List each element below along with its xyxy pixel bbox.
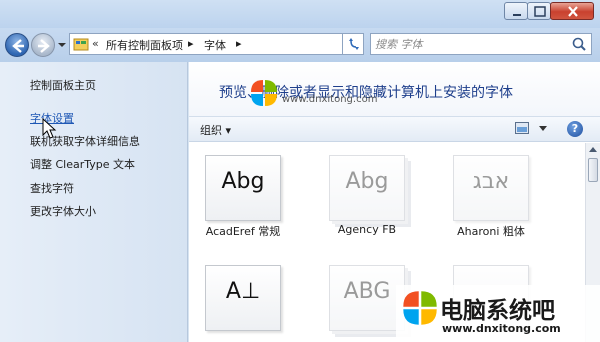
- font-tile[interactable]: אבג Aharoni 粗体: [439, 143, 543, 238]
- font-tile[interactable]: Abg Agency FB: [315, 143, 419, 236]
- font-name: AcadEref 常规: [205, 225, 281, 238]
- watermark-url: www.dnxitong.com: [282, 94, 378, 105]
- change-view-icon[interactable]: [515, 122, 529, 135]
- sidebar-item-adjust-cleartype[interactable]: 调整 ClearType 文本: [30, 156, 135, 172]
- minimize-button[interactable]: [504, 2, 528, 20]
- font-sample: A⊥: [225, 279, 261, 304]
- close-button[interactable]: [550, 2, 594, 20]
- left-navigation-pane: [0, 62, 188, 342]
- close-icon: [568, 6, 578, 17]
- search-icon[interactable]: [571, 36, 587, 52]
- watermark-url: www.dnxitong.com: [442, 322, 561, 335]
- search-box[interactable]: [370, 33, 592, 55]
- search-input[interactable]: [375, 36, 565, 52]
- font-tile[interactable]: Abg AcadEref 常规: [191, 143, 295, 238]
- scroll-thumb[interactable]: [588, 158, 598, 182]
- refresh-button[interactable]: [342, 33, 364, 55]
- sidebar-item-find-character[interactable]: 查找字符: [30, 180, 74, 196]
- minimize-icon: [513, 14, 521, 16]
- organize-button[interactable]: 组织 ▾: [200, 122, 231, 138]
- font-name: Aharoni 粗体: [457, 225, 525, 238]
- windows-logo-watermark: [251, 80, 277, 106]
- history-dropdown-icon[interactable]: [57, 39, 67, 51]
- font-tile[interactable]: A⊥: [191, 253, 295, 342]
- control-panel-icon: [73, 38, 89, 51]
- breadcrumb-all-control-panel-items[interactable]: 所有控制面板项: [106, 37, 183, 53]
- refresh-icon: [349, 38, 359, 50]
- sidebar-item-control-panel-home[interactable]: 控制面板主页: [30, 77, 96, 93]
- font-sample: אבג: [472, 169, 510, 194]
- mouse-cursor-icon: [42, 118, 57, 139]
- forward-button[interactable]: [31, 33, 55, 57]
- view-dropdown-icon[interactable]: [539, 126, 547, 132]
- font-sample: Abg: [221, 169, 265, 194]
- maximize-icon: [534, 6, 546, 17]
- windows-logo-watermark: [403, 291, 437, 325]
- address-bar[interactable]: « 所有控制面板项 ▸ 字体 ▸: [69, 33, 403, 55]
- command-toolbar: 组织 ▾ ?: [189, 116, 600, 142]
- breadcrumb-separator[interactable]: ▸: [188, 37, 194, 50]
- maximize-button[interactable]: [527, 2, 551, 20]
- font-sample: Abg: [345, 169, 389, 194]
- forward-arrow-icon: [38, 39, 50, 53]
- back-button[interactable]: [5, 33, 29, 57]
- breadcrumb-overflow[interactable]: «: [92, 37, 99, 50]
- back-arrow-icon: [12, 39, 24, 53]
- watermark-brand: 电脑系统吧: [440, 298, 555, 324]
- breadcrumb-fonts[interactable]: 字体: [204, 37, 226, 53]
- breadcrumb-separator[interactable]: ▸: [236, 37, 242, 50]
- sidebar-item-change-font-size[interactable]: 更改字体大小: [30, 203, 96, 219]
- font-name: Agency FB: [337, 223, 397, 236]
- scroll-up-icon[interactable]: [587, 144, 599, 156]
- help-button[interactable]: ?: [567, 121, 583, 137]
